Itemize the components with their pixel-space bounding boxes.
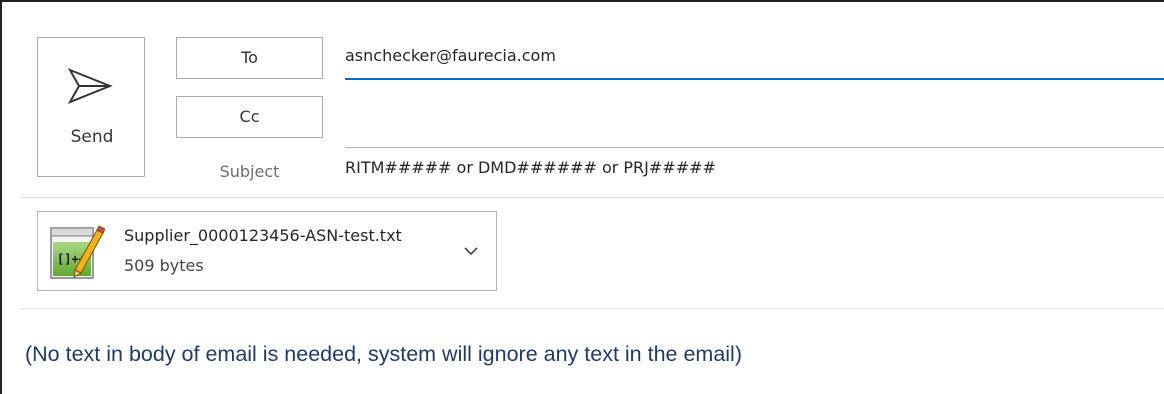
send-label: Send <box>70 127 114 147</box>
chevron-down-icon[interactable] <box>463 244 479 258</box>
send-button[interactable]: Send <box>37 37 145 177</box>
cc-field[interactable] <box>345 108 1164 148</box>
cc-button[interactable]: Cc <box>176 96 323 138</box>
attachment-divider <box>20 308 1164 309</box>
subject-field[interactable]: RITM##### or DMD###### or PRJ##### <box>345 152 1164 192</box>
to-field[interactable]: asnchecker@faurecia.com <box>345 40 1164 80</box>
header-divider <box>20 197 1164 198</box>
to-button[interactable]: To <box>176 37 323 79</box>
attachment-file-size: 509 bytes <box>124 256 204 275</box>
attachment-file-name: Supplier_0000123456-ASN-test.txt <box>124 226 402 245</box>
to-value: asnchecker@faurecia.com <box>345 46 556 65</box>
email-compose-window: Send To Cc asnchecker@faurecia.com Subje… <box>0 0 1164 394</box>
email-body-text[interactable]: (No text in body of email is needed, sys… <box>25 342 742 367</box>
send-icon <box>67 68 113 104</box>
subject-value: RITM##### or DMD###### or PRJ##### <box>345 158 716 177</box>
notepad-plus-plus-file-icon: []++ <box>50 225 105 279</box>
attachment-card[interactable]: []++ Supplier_0000123456-ASN-test.txt 50… <box>37 211 497 291</box>
subject-label: Subject <box>219 162 280 181</box>
